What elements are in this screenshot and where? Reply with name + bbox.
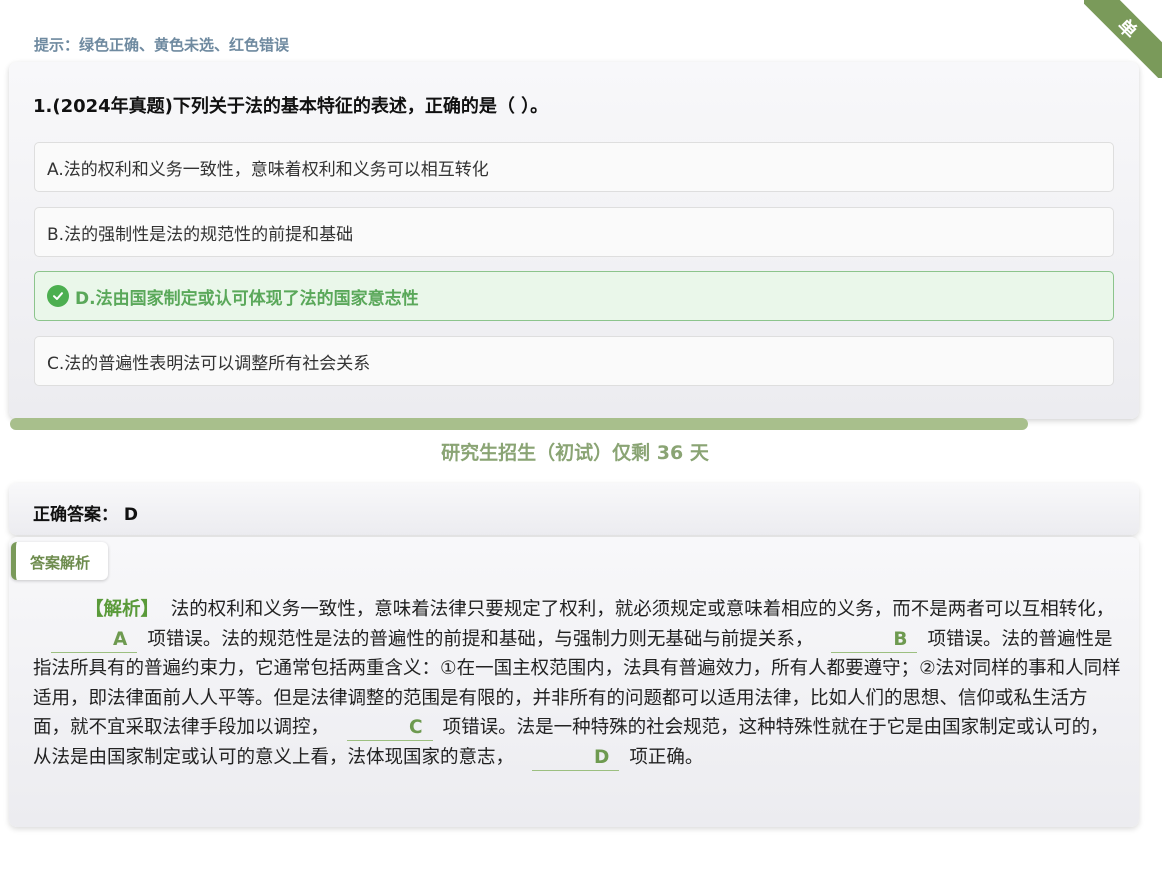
exam-countdown: 研究生招生（初试）仅剩 36 天	[441, 442, 709, 464]
option-chip-a: A	[51, 628, 138, 653]
countdown-progress-bar	[10, 418, 1028, 430]
option-c[interactable]: C.法的普遍性表明法可以调整所有社会关系	[34, 336, 1114, 386]
option-chip-d: D	[532, 746, 620, 771]
option-c-text: C.法的普遍性表明法可以调整所有社会关系	[47, 353, 371, 374]
explanation-card: 答案解析 【解析】 法的权利和义务一致性，意味着法律只要规定了权利，就必须规定或…	[9, 537, 1139, 827]
option-a-text: A.法的权利和义务一致性，意味着权利和义务可以相互转化	[47, 159, 489, 180]
option-chip-c: C	[347, 716, 433, 741]
option-d[interactable]: D.法由国家制定或认可体现了法的国家意志性	[34, 271, 1114, 321]
explanation-tag: 答案解析	[11, 542, 108, 580]
question-card: 1.(2024年真题)下列关于法的基本特征的表述，正确的是（ ）。 A.法的权利…	[9, 62, 1139, 419]
explanation-tag-label: 答案解析	[30, 554, 91, 572]
ribbon-label: 单	[1113, 15, 1141, 43]
explanation-seg1: 法的权利和义务一致性，意味着法律只要规定了权利，就必须规定或意味着相应的义务，而…	[170, 599, 1115, 620]
option-chip-b: B	[831, 628, 918, 653]
correct-answer-value: D	[123, 505, 139, 525]
question-title: 1.(2024年真题)下列关于法的基本特征的表述，正确的是（ ）。	[33, 96, 549, 117]
explanation-seg5: 项正确。	[629, 746, 704, 768]
option-d-text: D.法由国家制定或认可体现了法的国家意志性	[75, 288, 419, 309]
correct-answer-label: 正确答案：	[33, 505, 118, 525]
option-b-text: B.法的强制性是法的规范性的前提和基础	[47, 224, 354, 245]
correct-answer: 正确答案： D	[33, 500, 138, 525]
answer-card: 正确答案： D	[9, 483, 1139, 535]
option-a[interactable]: A.法的权利和义务一致性，意味着权利和义务可以相互转化	[34, 142, 1114, 192]
color-hint: 提示：绿色正确、黄色未选、红色错误	[34, 36, 290, 54]
check-circle-icon	[47, 285, 69, 307]
explanation-lead: 【解析】	[85, 599, 160, 620]
option-b[interactable]: B.法的强制性是法的规范性的前提和基础	[34, 207, 1114, 257]
explanation-text: 【解析】 法的权利和义务一致性，意味着法律只要规定了权利，就必须规定或意味着相应…	[33, 595, 1123, 772]
explanation-seg2: 项错误。法的规范性是法的普遍性的前提和基础，与强制力则无基础与前提关系，	[147, 628, 814, 650]
